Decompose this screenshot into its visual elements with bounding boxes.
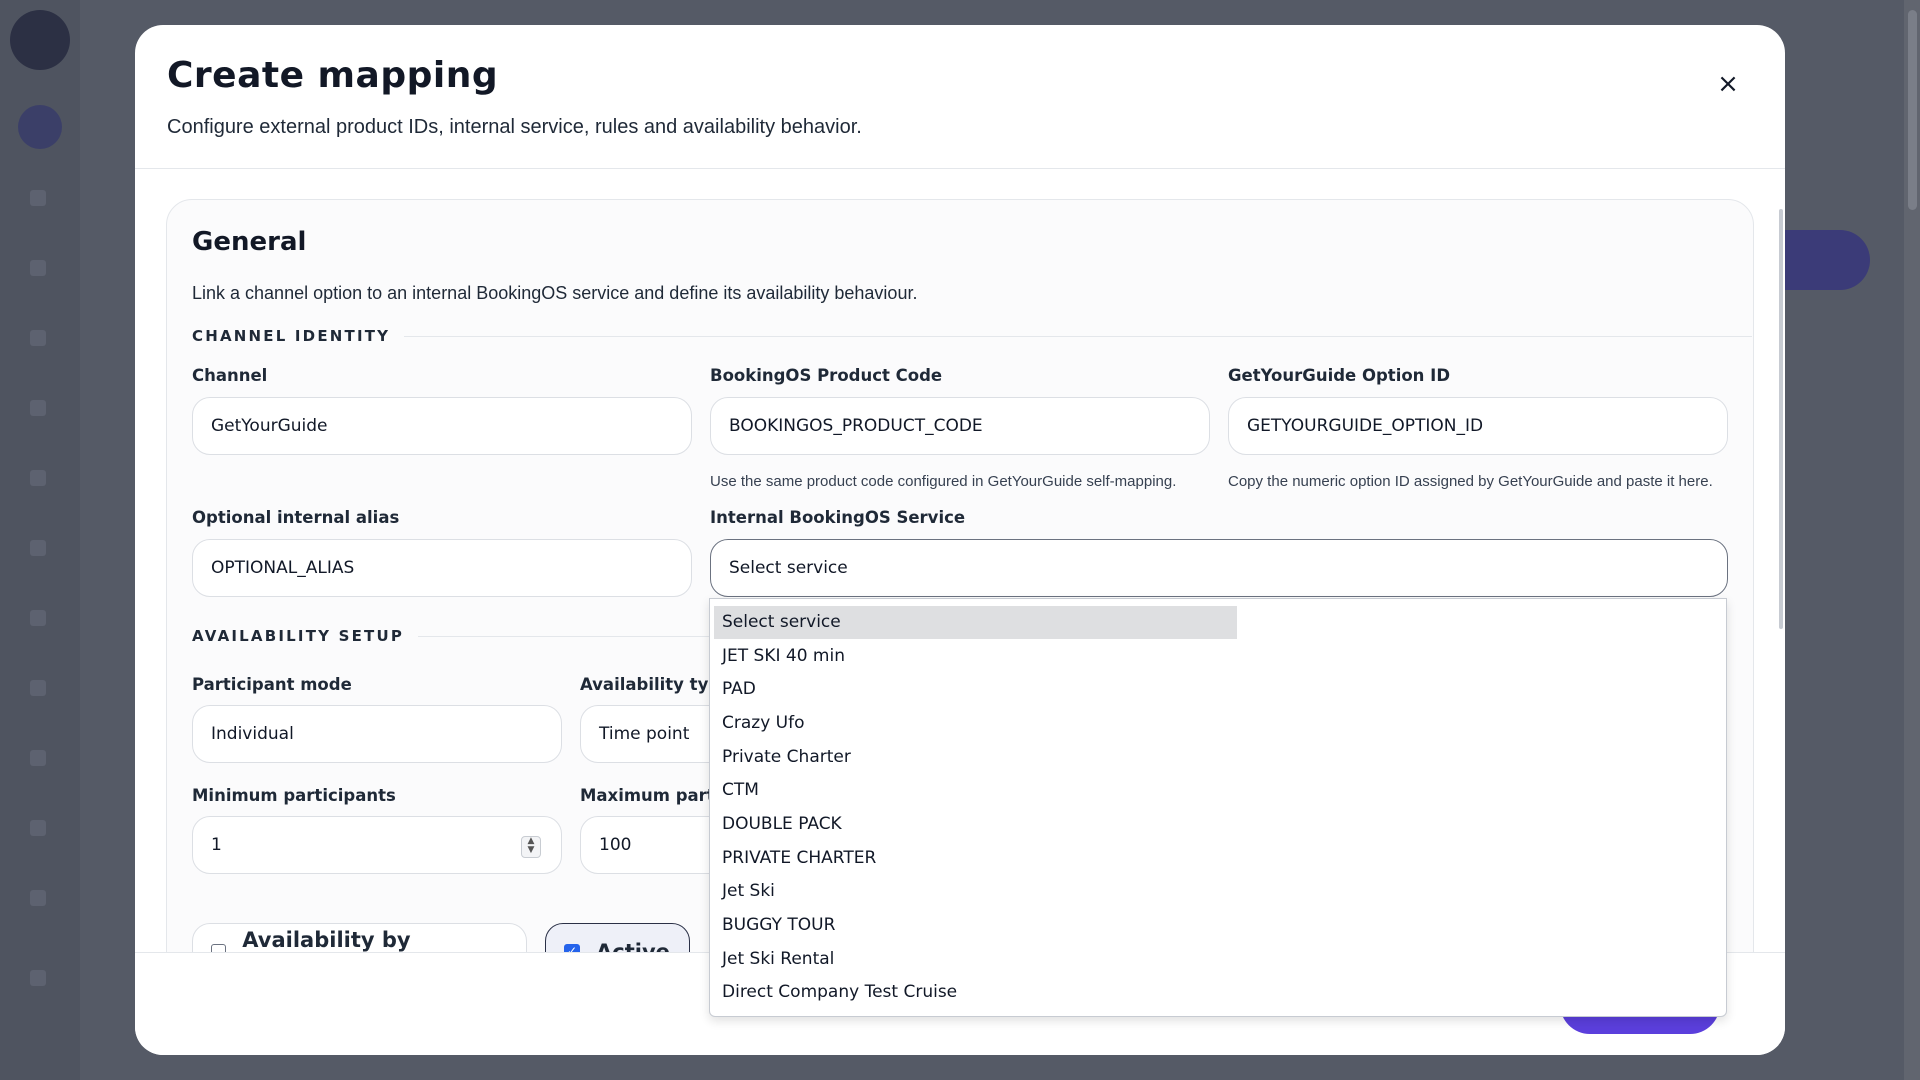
dropdown-option[interactable]: Private Charter bbox=[714, 741, 851, 774]
close-icon[interactable]: × bbox=[1711, 67, 1745, 101]
dropdown-option[interactable]: Select service bbox=[714, 606, 1237, 639]
modal-scrollbar[interactable] bbox=[1779, 209, 1783, 629]
dropdown-option[interactable]: PRIVATE CHARTER bbox=[714, 842, 876, 875]
dropdown-option[interactable]: BUGGY TOUR bbox=[714, 909, 835, 942]
divider bbox=[404, 335, 1752, 337]
availability-type-label: Availability typ bbox=[580, 675, 710, 694]
divider bbox=[418, 635, 712, 637]
channel-identity-heading: CHANNEL IDENTITY bbox=[192, 327, 1752, 345]
channel-field[interactable]: GetYourGuide bbox=[192, 397, 692, 455]
product-code-hint: Use the same product code configured in … bbox=[710, 473, 1177, 490]
section-title: General bbox=[192, 227, 307, 257]
modal-subtitle: Configure external product IDs, internal… bbox=[167, 116, 862, 138]
option-id-field[interactable]: GETYOURGUIDE_OPTION_ID bbox=[1228, 397, 1728, 455]
section-description: Link a channel option to an internal Boo… bbox=[192, 283, 918, 303]
participant-mode-select[interactable]: Individual bbox=[192, 705, 562, 763]
dropdown-option[interactable]: CTM bbox=[714, 774, 759, 807]
modal-header: Create mapping Configure external produc… bbox=[135, 25, 1785, 169]
page-scrollbar bbox=[1904, 0, 1920, 1080]
alias-field[interactable]: OPTIONAL_ALIAS bbox=[192, 539, 692, 597]
dropdown-option[interactable]: JET SKI 40 min bbox=[714, 640, 845, 673]
nav-icon bbox=[30, 400, 46, 416]
participant-mode-label: Participant mode bbox=[192, 675, 352, 694]
max-participants-label: Maximum part bbox=[580, 786, 710, 805]
nav-icon bbox=[30, 260, 46, 276]
dropdown-option[interactable]: Jet Ski Rental bbox=[714, 943, 834, 976]
nav-avatar-icon bbox=[18, 105, 62, 149]
service-dropdown-list[interactable]: Select service JET SKI 40 min PAD Crazy … bbox=[709, 598, 1727, 1017]
nav-icon bbox=[30, 970, 46, 986]
nav-icon bbox=[30, 680, 46, 696]
alias-label: Optional internal alias bbox=[192, 508, 400, 527]
option-id-label: GetYourGuide Option ID bbox=[1228, 366, 1451, 385]
app-logo-icon bbox=[10, 10, 70, 70]
side-rail bbox=[0, 0, 80, 1080]
service-label: Internal BookingOS Service bbox=[710, 508, 966, 527]
nav-icon bbox=[30, 890, 46, 906]
nav-icon bbox=[30, 750, 46, 766]
product-code-label: BookingOS Product Code bbox=[710, 366, 943, 385]
nav-icon bbox=[30, 820, 46, 836]
dropdown-option[interactable]: Direct Company Test Cruise bbox=[714, 976, 957, 1009]
group-label: AVAILABILITY SETUP bbox=[192, 627, 405, 645]
min-participants-label: Minimum participants bbox=[192, 786, 396, 805]
nav-icon bbox=[30, 190, 46, 206]
dropdown-option[interactable]: DOUBLE PACK bbox=[714, 808, 842, 841]
channel-label: Channel bbox=[192, 366, 268, 385]
min-participants-input[interactable]: 1 ▲ ▼ bbox=[192, 816, 562, 874]
option-id-hint: Copy the numeric option ID assigned by G… bbox=[1228, 473, 1713, 490]
nav-icon bbox=[30, 470, 46, 486]
group-label: CHANNEL IDENTITY bbox=[192, 327, 391, 345]
availability-setup-heading: AVAILABILITY SETUP bbox=[192, 627, 712, 645]
dropdown-option[interactable]: Crazy Ufo bbox=[714, 707, 805, 740]
modal-title: Create mapping bbox=[167, 55, 499, 96]
nav-icon bbox=[30, 330, 46, 346]
service-select[interactable]: Select service bbox=[710, 539, 1728, 597]
dropdown-option[interactable]: PAD bbox=[714, 673, 756, 706]
product-code-field[interactable]: BOOKINGOS_PRODUCT_CODE bbox=[710, 397, 1210, 455]
stepper-icon[interactable]: ▲ ▼ bbox=[521, 836, 541, 858]
min-participants-value: 1 bbox=[211, 835, 222, 855]
nav-icon bbox=[30, 610, 46, 626]
dropdown-option[interactable]: Jet Ski bbox=[714, 875, 775, 908]
nav-icon bbox=[30, 540, 46, 556]
